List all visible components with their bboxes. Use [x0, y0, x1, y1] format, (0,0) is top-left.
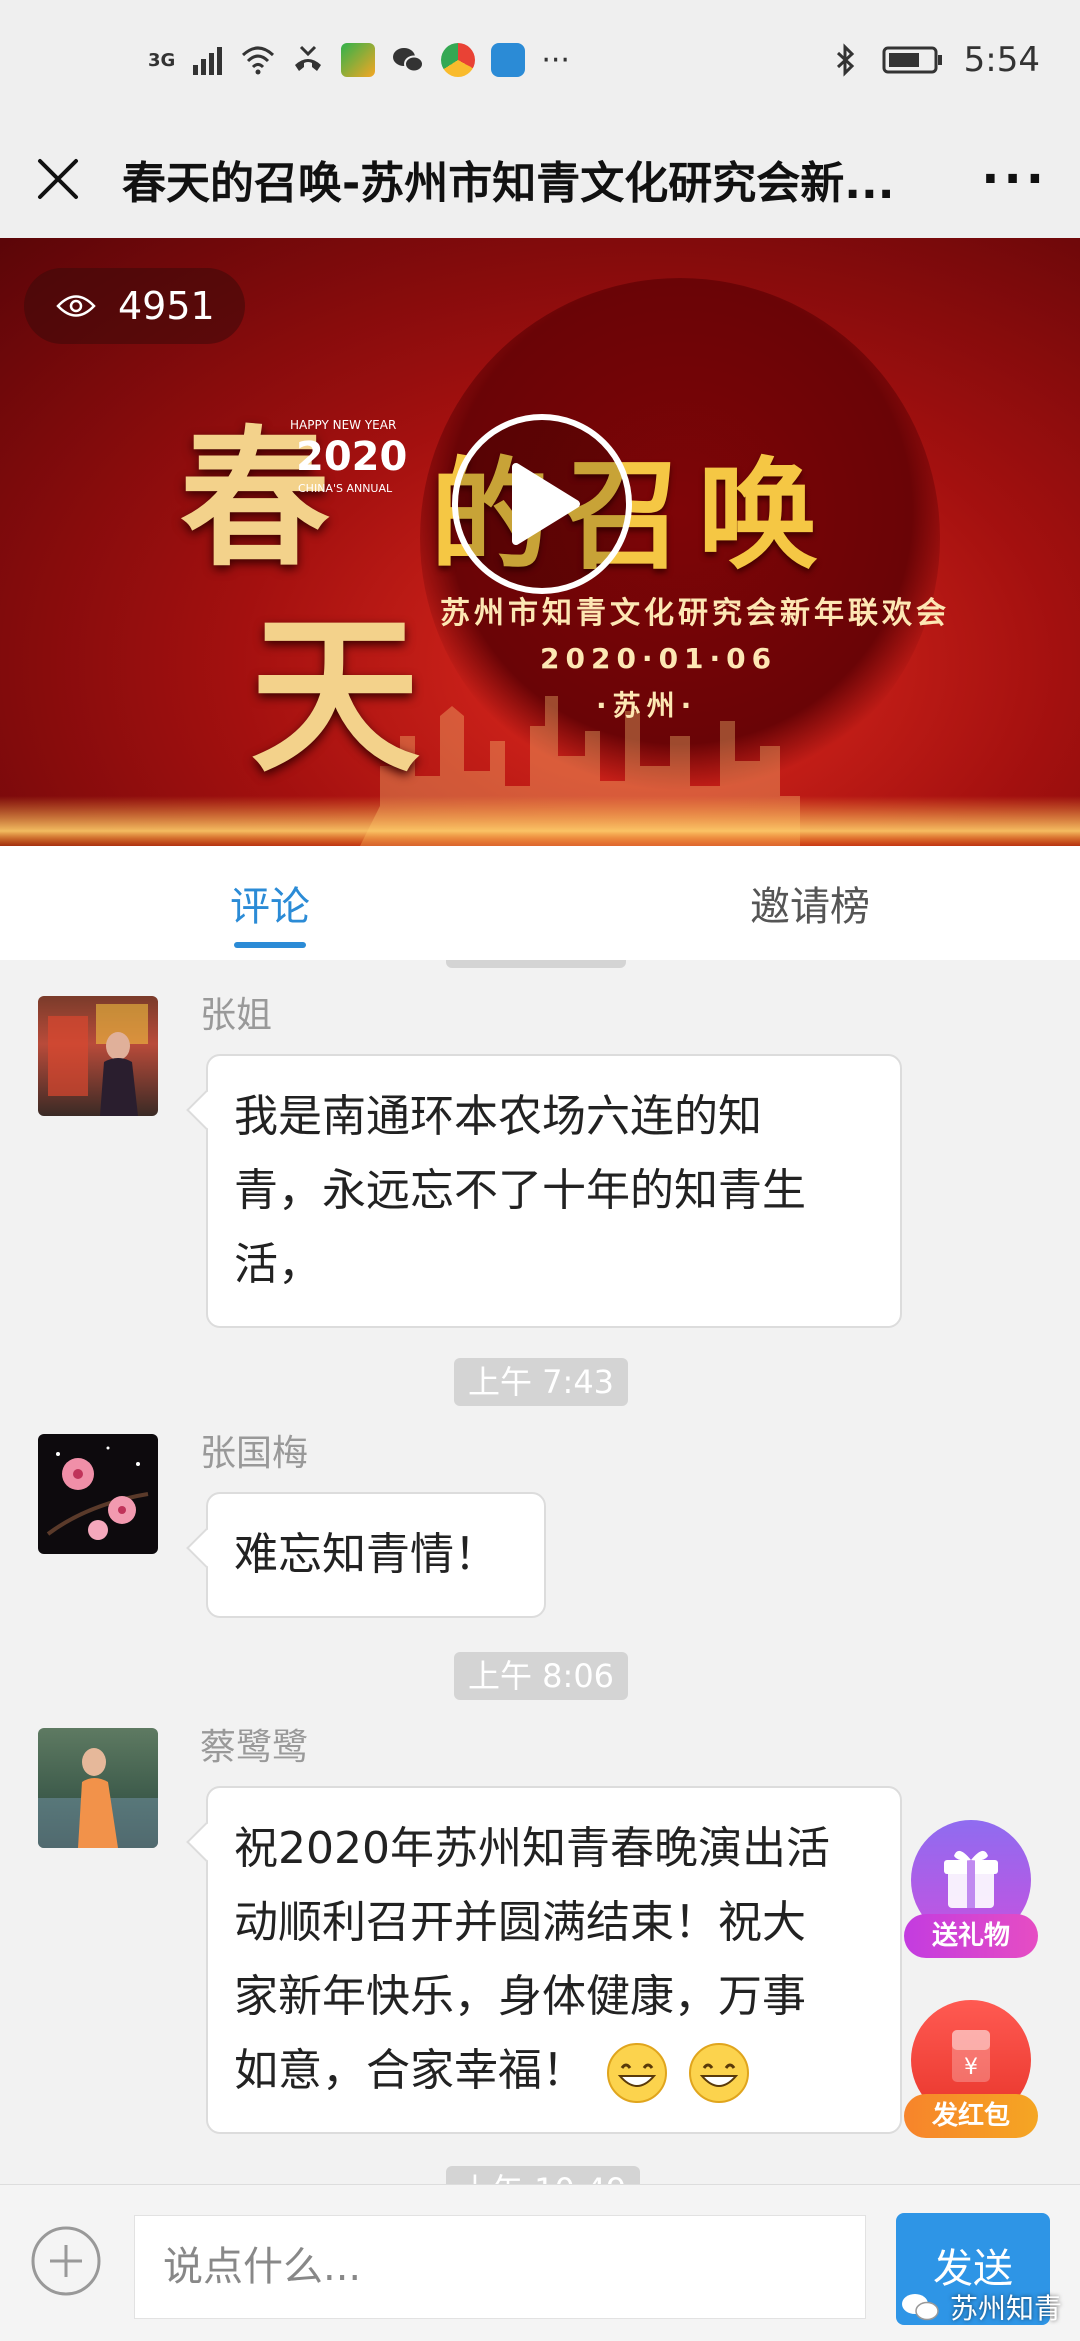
- more-notifications: ···: [541, 42, 570, 78]
- status-bar: 3G ··· 5:54: [0, 0, 1080, 120]
- comment-line: 青，永远忘不了十年的知青生: [234, 1165, 806, 1216]
- network-type: 3G: [148, 49, 176, 71]
- red-packet-label: 发红包: [904, 2094, 1038, 2138]
- account-watermark: 苏州知青: [900, 2287, 1062, 2327]
- comment-line: 难忘知青情！: [234, 1529, 498, 1580]
- tab-bar: 评论 邀请榜: [0, 846, 1080, 961]
- city-skyline-graphic: [0, 696, 1080, 846]
- bluetooth-icon: [836, 43, 854, 77]
- close-icon[interactable]: [32, 153, 84, 205]
- banner-city: ·苏州·: [596, 689, 698, 722]
- comment-input[interactable]: 说点什么...: [134, 2215, 866, 2319]
- time-chip: 上午 8:06: [454, 1652, 629, 1700]
- video-app-icon: [341, 43, 376, 77]
- play-button[interactable]: [452, 414, 632, 594]
- red-packet-button[interactable]: ¥ 发红包: [904, 2000, 1038, 2138]
- send-gift-button[interactable]: 送礼物: [904, 1820, 1038, 1958]
- status-icons-right: 5:54: [828, 40, 1040, 80]
- avatar[interactable]: [38, 1728, 158, 1848]
- avatar[interactable]: [38, 1434, 158, 1554]
- time-chip-partial-top: [446, 960, 626, 968]
- comment-line: 动顺利召开并圆满结束！祝大: [234, 1897, 806, 1948]
- comment-line: 活，: [234, 1239, 322, 1290]
- grin-emoji-icon: [689, 2043, 749, 2103]
- avatar[interactable]: [38, 996, 158, 1116]
- nav-bar: 春天的召唤-苏州市知青文化研究会新... ···: [0, 120, 1080, 238]
- status-icons-left: 3G ···: [148, 43, 570, 78]
- grin-emoji-icon: [607, 2043, 667, 2103]
- wechat-icon: [901, 2294, 939, 2321]
- watermark-text: 苏州知青: [949, 2292, 1062, 2325]
- sender-name: 蔡鹭鹭: [200, 1727, 309, 1768]
- comment-line: 如意，合家幸福！: [234, 2045, 586, 2096]
- tab-comments[interactable]: 评论: [0, 846, 540, 960]
- view-count: 4951: [118, 284, 215, 328]
- tab-invite-ranking[interactable]: 邀请榜: [540, 846, 1080, 960]
- comment-line: 祝2020年苏州知青春晚演出活: [234, 1823, 830, 1874]
- map-app-icon: [491, 43, 526, 77]
- banner-date: 2020·01·06: [540, 642, 778, 675]
- happy-new-year-text: HAPPY NEW YEAR: [290, 418, 397, 432]
- play-icon: [512, 463, 580, 545]
- banner-year: 2020: [296, 434, 408, 480]
- banner-subtitle: 苏州市知青文化研究会新年联欢会: [440, 596, 950, 631]
- banner-title-tian: 天: [250, 596, 421, 796]
- more-menu-button[interactable]: ···: [981, 151, 1048, 207]
- comment-bubble: 难忘知青情！: [206, 1492, 546, 1618]
- comment-line: 家新年快乐，身体健康，万事: [234, 1971, 806, 2022]
- battery-icon: [882, 46, 942, 74]
- sender-name: 张国梅: [200, 1433, 309, 1474]
- send-gift-label: 送礼物: [904, 1914, 1038, 1958]
- comment-input-bar: 说点什么... 发送 苏州知青: [0, 2184, 1080, 2341]
- video-banner[interactable]: 春 天 HAPPY NEW YEAR 2020 CHINA'S ANNUAL 的…: [0, 238, 1080, 846]
- eye-icon: [56, 295, 96, 317]
- wechat-icon: [393, 48, 425, 73]
- clock: 5:54: [963, 40, 1040, 80]
- comment-line: 我是南通环本农场六连的知: [234, 1091, 762, 1142]
- yen-symbol: ¥: [964, 2055, 978, 2080]
- banner-annual-text: CHINA'S ANNUAL: [298, 482, 393, 495]
- sender-name: 张姐: [200, 995, 273, 1036]
- wifi-icon: [242, 46, 275, 75]
- browser-app-icon: [441, 43, 476, 77]
- page-title: 春天的召唤-苏州市知青文化研究会新...: [122, 158, 895, 209]
- comment-bubble: 我是南通环本农场六连的知 青，永远忘不了十年的知青生 活，: [206, 1054, 902, 1328]
- comment-line-with-emoji: 如意，合家幸福！: [234, 2034, 874, 2108]
- signal-icon: [193, 47, 223, 75]
- view-count-badge: 4951: [24, 268, 245, 344]
- time-chip-partial: 上午 10:49: [446, 2166, 641, 2184]
- time-chip: 上午 7:43: [454, 1358, 629, 1406]
- comment-bubble: 祝2020年苏州知青春晚演出活 动顺利召开并圆满结束！祝大 家新年快乐，身体健康…: [206, 1786, 902, 2134]
- plus-icon[interactable]: [30, 2225, 102, 2297]
- missed-call-icon: [295, 45, 322, 71]
